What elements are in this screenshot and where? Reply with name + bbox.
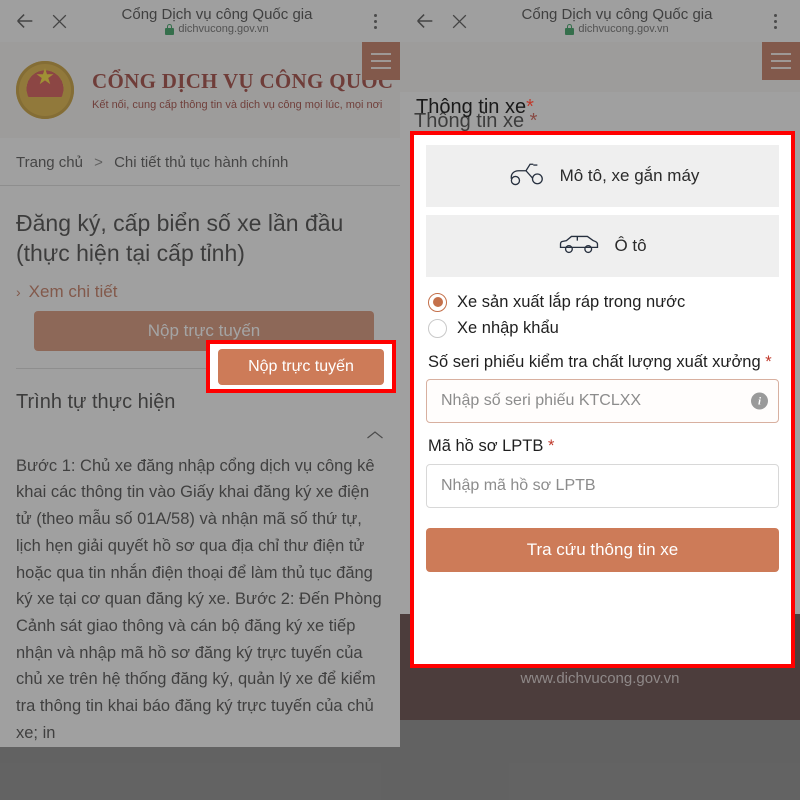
site-brand: CỔNG DỊCH VỤ CÔNG QUỐC GIA Kết nối, cung… <box>92 69 400 111</box>
kebab-menu-icon[interactable] <box>758 4 792 38</box>
form-section-title-visible: Thông tin xe* <box>416 96 534 119</box>
form-section-title-visible-text: Thông tin xe <box>416 96 527 118</box>
lptb-field-label-text-hl: Mã hồ sơ LPTB <box>428 437 544 456</box>
radio-imported-hl[interactable]: Xe nhập khẩu <box>428 315 777 341</box>
radio-domestic-label-hl: Xe sản xuất lắp ráp trong nước <box>457 292 686 311</box>
lptb-input-hl[interactable] <box>426 463 779 508</box>
hamburger-menu-icon[interactable] <box>362 42 400 80</box>
breadcrumb-home[interactable]: Trang chủ <box>16 154 83 171</box>
submit-online-button-label: Nộp trực tuyến <box>218 349 384 385</box>
browser-url-row: dichvucong.gov.vn <box>476 22 758 36</box>
radio-domestic-hl[interactable]: Xe sản xuất lắp ráp trong nước <box>428 289 777 315</box>
car-icon <box>558 233 600 260</box>
right-browser-chrome: Cổng Dịch vụ công Quốc gia dichvucong.go… <box>400 0 800 42</box>
site-brand-subtitle: Kết nối, cung cấp thông tin và dịch vụ c… <box>92 99 383 111</box>
serial-field-wrap-hl: i <box>426 379 779 424</box>
close-icon[interactable] <box>442 4 476 38</box>
see-detail-label: Xem chi tiết <box>28 281 118 301</box>
browser-url-text: dichvucong.gov.vn <box>178 22 269 35</box>
breadcrumb-current: Chi tiết thủ tục hành chính <box>114 154 289 171</box>
lptb-required-marker-hl: * <box>547 437 555 456</box>
browser-page-title: Cổng Dịch vụ công Quốc gia <box>521 6 713 23</box>
highlight-vehicle-form-content: Mô tô, xe gắn máy Ô tô Xe sản xuất lắp r… <box>416 137 789 662</box>
left-site-header: ★ CỔNG DỊCH VỤ CÔNG QUỐC GIA Kết nối, cu… <box>0 42 400 138</box>
back-arrow-icon[interactable] <box>8 4 42 38</box>
left-phone-panel: Cổng Dịch vụ công Quốc gia dichvucong.go… <box>0 0 400 800</box>
lock-icon <box>565 23 575 35</box>
chevron-right-icon: › <box>16 283 21 300</box>
serial-field-label-text-hl: Số seri phiếu kiểm tra chất lượng xuất x… <box>428 353 761 371</box>
breadcrumb: Trang chủ > Chi tiết thủ tục hành chính <box>0 138 400 186</box>
serial-required-marker-hl: * <box>765 353 772 371</box>
kebab-menu-icon[interactable] <box>358 4 392 38</box>
left-page-body: Đăng ký, cấp biển số xe lần đầu (thực hi… <box>0 186 400 747</box>
lookup-vehicle-button-hl[interactable]: Tra cứu thông tin xe <box>426 527 779 572</box>
see-detail-link[interactable]: › Xem chi tiết <box>16 282 384 302</box>
vehicle-option-car-label-hl: Ô tô <box>614 236 647 255</box>
footer-website-line: www.dichvucong.gov.vn <box>520 669 680 687</box>
right-address-area[interactable]: Cổng Dịch vụ công Quốc gia dichvucong.go… <box>476 7 758 35</box>
page-title: Đăng ký, cấp biển số xe lần đầu (thực hi… <box>16 210 344 267</box>
lock-icon <box>165 23 175 35</box>
serial-input-hl[interactable] <box>426 379 779 424</box>
vietnam-national-emblem-icon: ★ <box>12 57 78 123</box>
scooter-icon <box>506 161 546 192</box>
process-steps-text: Bước 1: Chủ xe đăng nhập cổng dịch vụ cô… <box>16 456 382 742</box>
vehicle-option-motorbike-label-hl: Mô tô, xe gắn máy <box>559 166 700 185</box>
left-address-area[interactable]: Cổng Dịch vụ công Quốc gia dichvucong.go… <box>76 7 358 35</box>
lptb-field-label-hl: Mã hồ sơ LPTB * <box>426 423 779 463</box>
info-circle-icon[interactable]: i <box>751 392 768 410</box>
vehicle-option-car-hl[interactable]: Ô tô <box>426 215 779 277</box>
hamburger-menu-icon[interactable] <box>762 42 800 80</box>
radio-imported-dot-hl[interactable] <box>428 318 447 338</box>
breadcrumb-separator: > <box>94 154 103 171</box>
right-phone-panel: Cổng Dịch vụ công Quốc gia dichvucong.go… <box>400 0 800 800</box>
chevron-up-icon[interactable] <box>16 414 384 445</box>
site-brand-title: CỔNG DỊCH VỤ CÔNG QUỐC GIA <box>92 69 400 93</box>
browser-url-row: dichvucong.gov.vn <box>76 22 358 36</box>
serial-field-label-hl: Số seri phiếu kiểm tra chất lượng xuất x… <box>426 341 779 379</box>
vehicle-origin-radio-group-hl: Xe sản xuất lắp ráp trong nước Xe nhập k… <box>426 281 779 341</box>
close-icon[interactable] <box>42 4 76 38</box>
radio-imported-label-hl: Xe nhập khẩu <box>457 318 559 337</box>
right-site-header-strip <box>400 42 800 92</box>
back-arrow-icon[interactable] <box>408 4 442 38</box>
vehicle-option-motorbike-hl[interactable]: Mô tô, xe gắn máy <box>426 145 779 207</box>
radio-domestic-dot-hl[interactable] <box>428 292 447 312</box>
left-browser-chrome: Cổng Dịch vụ công Quốc gia dichvucong.go… <box>0 0 400 42</box>
required-marker-visible: * <box>526 96 534 118</box>
highlight-submit-online-button[interactable]: Nộp trực tuyến <box>218 349 384 385</box>
browser-page-title: Cổng Dịch vụ công Quốc gia <box>121 6 313 23</box>
screenshot-stage: Cổng Dịch vụ công Quốc gia dichvucong.go… <box>0 0 800 800</box>
browser-url-text: dichvucong.gov.vn <box>578 22 669 35</box>
